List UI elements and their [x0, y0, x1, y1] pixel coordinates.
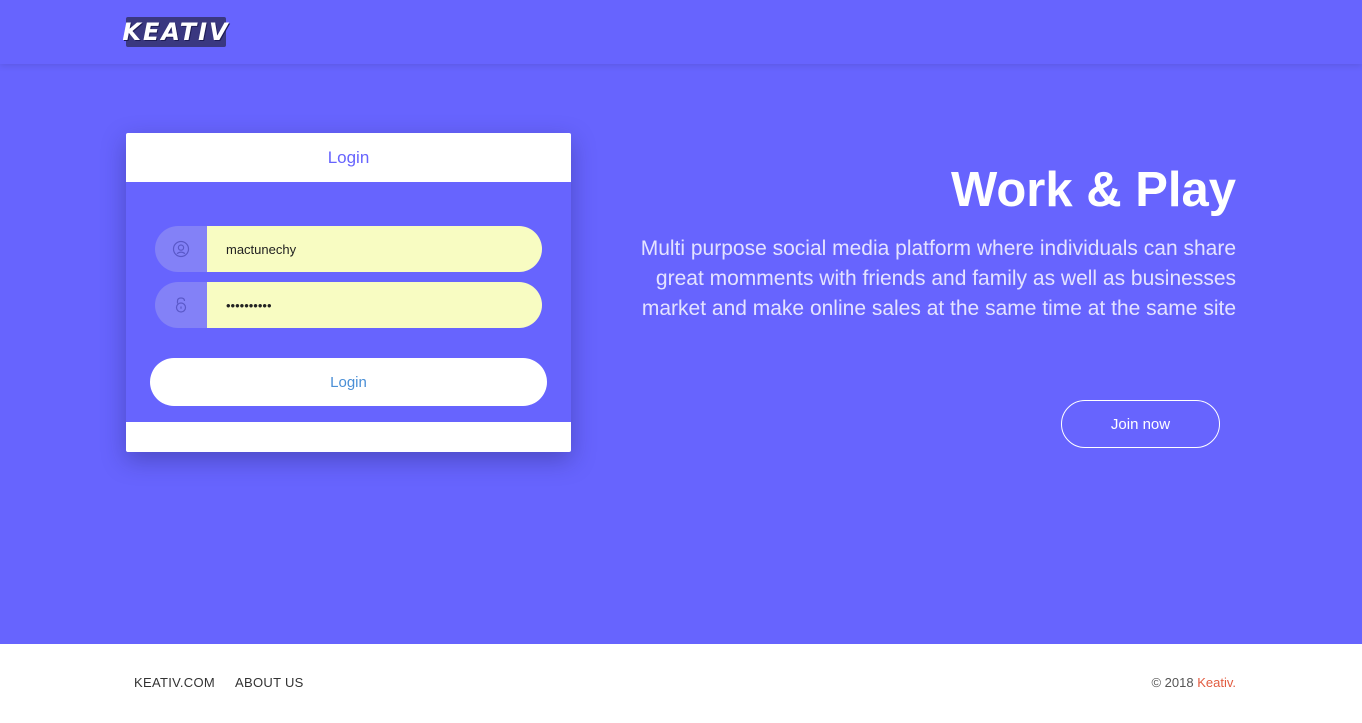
lock-icon: [155, 282, 207, 328]
password-field: [155, 282, 542, 328]
copyright-prefix: © 2018: [1151, 675, 1198, 690]
password-input[interactable]: [207, 282, 542, 328]
login-card: Login Login: [126, 133, 571, 452]
login-button[interactable]: Login: [150, 358, 547, 406]
login-form: Login: [126, 182, 571, 422]
copyright-brand-link[interactable]: Keativ.: [1197, 675, 1236, 690]
footer: KEATIV.COM ABOUT US © 2018 Keativ.: [0, 644, 1362, 723]
login-card-title: Login: [327, 147, 370, 167]
username-input[interactable]: [207, 226, 542, 272]
copyright-text: © 2018 Keativ.: [1151, 675, 1236, 690]
footer-link-about-us[interactable]: ABOUT US: [235, 675, 304, 690]
footer-nav: KEATIV.COM ABOUT US: [134, 675, 304, 690]
footer-link-keativ-com[interactable]: KEATIV.COM: [134, 675, 215, 690]
hero-headline: Work & Play: [950, 163, 1236, 217]
user-circle-icon: [155, 226, 207, 272]
username-field: [155, 226, 542, 272]
top-navbar: KEATIV: [0, 0, 1362, 64]
join-now-button[interactable]: Join now: [1061, 400, 1220, 448]
hero-tagline: Multi purpose social media platform wher…: [640, 237, 1236, 320]
logo-text: KEATIV: [122, 18, 230, 46]
keativ-logo[interactable]: KEATIV: [122, 17, 228, 47]
